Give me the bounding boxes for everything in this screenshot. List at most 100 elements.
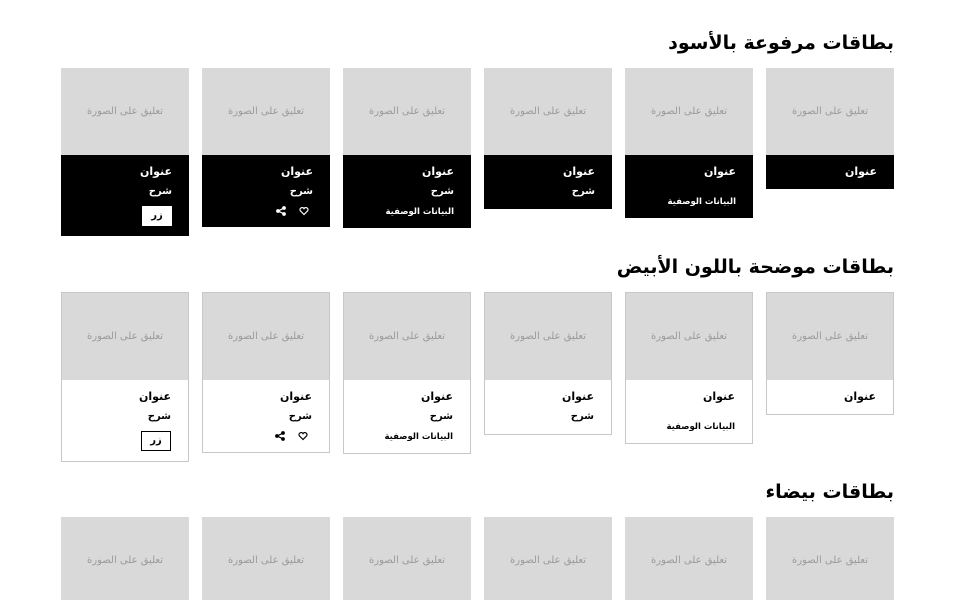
card[interactable]: تعليق على الصورة عنوان شرح زر — [61, 68, 189, 236]
card[interactable]: تعليق على الصورة عنوان شرح — [202, 292, 330, 453]
card-body: عنوان شرح البيانات الوصفية — [343, 155, 471, 228]
card-title: عنوان — [421, 165, 454, 178]
section-outlined-white: بطاقات موضحة باللون الأبيض تعليق على الص… — [0, 255, 960, 475]
card[interactable]: تعليق على الصورة عنوان — [766, 292, 894, 415]
card[interactable]: تعليق على الصورة — [484, 517, 612, 600]
card[interactable]: تعليق على الصورة عنوان البيانات الوصفية — [625, 292, 753, 444]
card-row: تعليق على الصورة تعليق على الصورة تعليق … — [61, 517, 894, 600]
card-actions — [219, 205, 313, 217]
image-caption: تعليق على الصورة — [651, 106, 727, 117]
card-image: تعليق على الصورة — [61, 517, 189, 600]
image-caption: تعليق على الصورة — [792, 331, 868, 342]
card[interactable]: تعليق على الصورة — [625, 517, 753, 600]
card-description: شرح — [430, 186, 454, 197]
card-title: عنوان — [844, 165, 877, 178]
card-title: عنوان — [562, 165, 595, 178]
image-caption: تعليق على الصورة — [369, 106, 445, 117]
card-body: عنوان البيانات الوصفية — [625, 155, 753, 218]
card-image: تعليق على الصورة — [343, 517, 471, 600]
image-caption: تعليق على الصورة — [228, 555, 304, 566]
card-body: عنوان — [767, 380, 893, 414]
card-title: عنوان — [702, 390, 735, 403]
image-caption: تعليق على الصورة — [87, 106, 163, 117]
card-metadata: البيانات الوصفية — [667, 197, 736, 207]
card-image: تعليق على الصورة — [625, 68, 753, 155]
card-description: شرح — [289, 186, 313, 197]
image-caption: تعليق على الصورة — [87, 555, 163, 566]
card-metadata: البيانات الوصفية — [666, 422, 735, 432]
card[interactable]: تعليق على الصورة — [343, 517, 471, 600]
card-image: تعليق على الصورة — [485, 293, 611, 380]
card-button[interactable]: زر — [142, 206, 172, 226]
card-body: عنوان شرح — [203, 380, 329, 452]
card-image: تعليق على الصورة — [484, 517, 612, 600]
card-actions — [220, 430, 312, 442]
card-description: شرح — [570, 411, 594, 422]
card-description: شرح — [147, 411, 171, 422]
card-image: تعليق على الصورة — [62, 293, 188, 380]
card-image: تعليق على الصورة — [767, 293, 893, 380]
card-body: عنوان البيانات الوصفية — [626, 380, 752, 443]
image-caption: تعليق على الصورة — [792, 106, 868, 117]
card-row: تعليق على الصورة عنوان تعليق على الصورة … — [61, 292, 894, 462]
card-body: عنوان شرح — [202, 155, 330, 227]
card-image: تعليق على الصورة — [766, 68, 894, 155]
card[interactable]: تعليق على الصورة عنوان شرح — [484, 68, 612, 209]
share-icon[interactable] — [276, 206, 286, 216]
card-button[interactable]: زر — [141, 431, 171, 451]
card[interactable]: تعليق على الصورة عنوان — [766, 68, 894, 189]
card-body: عنوان شرح — [484, 155, 612, 209]
card[interactable]: تعليق على الصورة عنوان البيانات الوصفية — [625, 68, 753, 218]
image-caption: تعليق على الصورة — [87, 331, 163, 342]
heart-icon[interactable] — [299, 206, 309, 216]
card-title: عنوان — [138, 390, 171, 403]
card[interactable]: تعليق على الصورة عنوان شرح — [484, 292, 612, 435]
card-body: عنوان شرح البيانات الوصفية — [344, 380, 470, 453]
card[interactable]: تعليق على الصورة عنوان شرح زر — [61, 292, 189, 462]
card-body: عنوان شرح زر — [62, 380, 188, 461]
card[interactable]: تعليق على الصورة — [61, 517, 189, 600]
card-image: تعليق على الصورة — [344, 293, 470, 380]
card-image: تعليق على الصورة — [203, 293, 329, 380]
card-image: تعليق على الصورة — [61, 68, 189, 155]
card-title: عنوان — [279, 390, 312, 403]
card-body: عنوان — [766, 155, 894, 189]
card-body: عنوان شرح — [485, 380, 611, 434]
card-gallery-page: بطاقات مرفوعة بالأسود تعليق على الصورة ع… — [0, 0, 960, 600]
card-image: تعليق على الصورة — [484, 68, 612, 155]
card[interactable]: تعليق على الصورة عنوان شرح البيانات الوص… — [343, 68, 471, 228]
card-title: عنوان — [843, 390, 876, 403]
section-title: بطاقات مرفوعة بالأسود — [668, 32, 894, 54]
card-title: عنوان — [280, 165, 313, 178]
card-title: عنوان — [420, 390, 453, 403]
image-caption: تعليق على الصورة — [651, 331, 727, 342]
image-caption: تعليق على الصورة — [369, 555, 445, 566]
section-title: بطاقات بيضاء — [765, 481, 894, 503]
section-white: بطاقات بيضاء تعليق على الصورة تعليق على … — [0, 480, 960, 600]
image-caption: تعليق على الصورة — [510, 106, 586, 117]
card-metadata: البيانات الوصفية — [384, 432, 453, 442]
card-description: شرح — [288, 411, 312, 422]
card-row: تعليق على الصورة عنوان تعليق على الصورة … — [61, 68, 894, 236]
card-description: شرح — [571, 186, 595, 197]
card-image: تعليق على الصورة — [202, 517, 330, 600]
heart-icon[interactable] — [298, 431, 308, 441]
image-caption: تعليق على الصورة — [792, 555, 868, 566]
image-caption: تعليق على الصورة — [651, 555, 727, 566]
card-image: تعليق على الصورة — [343, 68, 471, 155]
card-description: شرح — [148, 186, 172, 197]
image-caption: تعليق على الصورة — [369, 331, 445, 342]
card[interactable]: تعليق على الصورة عنوان شرح — [202, 68, 330, 227]
card-image: تعليق على الصورة — [625, 517, 753, 600]
image-caption: تعليق على الصورة — [228, 106, 304, 117]
card[interactable]: تعليق على الصورة — [766, 517, 894, 600]
card-metadata: البيانات الوصفية — [385, 207, 454, 217]
card[interactable]: تعليق على الصورة عنوان شرح البيانات الوص… — [343, 292, 471, 454]
share-icon[interactable] — [275, 431, 285, 441]
section-raised-black: بطاقات مرفوعة بالأسود تعليق على الصورة ع… — [0, 31, 960, 251]
card-description: شرح — [429, 411, 453, 422]
card-title: عنوان — [561, 390, 594, 403]
card-image: تعليق على الصورة — [766, 517, 894, 600]
card-title: عنوان — [703, 165, 736, 178]
card[interactable]: تعليق على الصورة — [202, 517, 330, 600]
